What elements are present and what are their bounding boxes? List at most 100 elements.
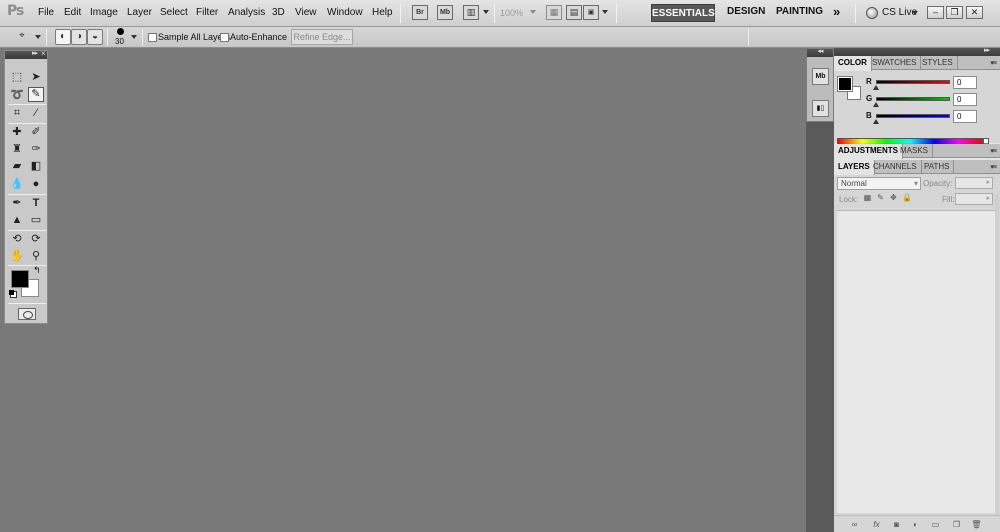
workspace-design[interactable]: DESIGN [727, 6, 765, 17]
view-extras-icon[interactable]: ▥ [463, 5, 479, 20]
screen-mode-caret-icon[interactable] [602, 10, 608, 14]
close-button[interactable]: ✕ [966, 6, 983, 19]
tab-color[interactable]: COLOR [834, 56, 872, 71]
blue-slider[interactable] [876, 114, 950, 118]
menu-layer[interactable]: Layer [127, 7, 152, 18]
tab-styles[interactable]: STYLES [918, 56, 958, 70]
type-tool-icon[interactable]: T [28, 196, 44, 211]
blue-value-field[interactable]: 0 [953, 110, 977, 123]
foreground-color-swatch[interactable] [11, 270, 29, 288]
menu-window[interactable]: Window [327, 7, 363, 18]
swap-colors-icon[interactable]: ↰ [33, 265, 41, 276]
history-panel-icon[interactable]: ▮▯ [812, 100, 829, 117]
document-workspace[interactable] [0, 48, 806, 532]
green-value-field[interactable]: 0 [953, 93, 977, 106]
menu-image[interactable]: Image [90, 7, 118, 18]
blur-tool-icon[interactable]: 💧 [9, 177, 25, 192]
view-extras-caret-icon[interactable] [483, 10, 489, 14]
green-slider[interactable] [876, 97, 950, 101]
path-selection-tool-icon[interactable]: ▲ [9, 213, 25, 228]
panel-menu-icon[interactable]: ▾≡ [990, 163, 997, 171]
lock-image-pixels-icon[interactable]: ✎ [876, 193, 885, 202]
lock-transparent-pixels-icon[interactable]: ▦ [863, 193, 872, 202]
auto-enhance-checkbox[interactable] [220, 33, 229, 42]
tab-paths[interactable]: PATHS [920, 160, 955, 174]
collapse-panels-icon[interactable]: ▸▸ [834, 47, 1000, 56]
3d-orbit-tool-icon[interactable]: ⟳ [28, 232, 44, 247]
menu-3d[interactable]: 3D [272, 7, 285, 18]
clone-stamp-tool-icon[interactable]: ♜ [9, 142, 25, 157]
rectangle-tool-icon[interactable]: ▭ [28, 213, 44, 228]
more-workspaces-icon[interactable]: » [833, 4, 840, 19]
screen-mode-icon[interactable]: ▣ [583, 5, 599, 20]
brush-preview-icon[interactable] [117, 28, 124, 35]
green-slider-thumb[interactable] [873, 102, 879, 107]
pen-tool-icon[interactable]: ✒ [9, 196, 25, 211]
delete-layer-icon[interactable]: 🗑 [971, 519, 982, 530]
close-panel-icon[interactable]: × [41, 49, 46, 58]
lock-all-icon[interactable]: 🔒 [902, 193, 912, 202]
red-value-field[interactable]: 0 [953, 76, 977, 89]
eyedropper-tool-icon[interactable]: ⁄ [28, 106, 44, 121]
tools-panel-header[interactable]: ▸▸ × [5, 49, 47, 59]
default-colors-icon[interactable] [9, 290, 17, 298]
menu-file[interactable]: File [38, 7, 54, 18]
restore-button[interactable]: ❐ [946, 6, 963, 19]
tab-adjustments[interactable]: ADJUSTMENTS [834, 144, 904, 159]
tab-swatches[interactable]: SWATCHES [868, 56, 922, 70]
menu-select[interactable]: Select [160, 7, 188, 18]
panel-menu-icon[interactable]: ▾≡ [990, 147, 997, 155]
3d-rotate-tool-icon[interactable]: ⟲ [9, 232, 25, 247]
subtract-from-selection-icon[interactable]: ◒ [87, 29, 103, 45]
menu-analysis[interactable]: Analysis [228, 7, 265, 18]
blend-mode-select[interactable]: Normal [837, 177, 921, 190]
red-slider[interactable] [876, 80, 950, 84]
lock-position-icon[interactable]: ✥ [889, 193, 898, 202]
sample-all-layers-checkbox[interactable] [148, 33, 157, 42]
launch-bridge-button[interactable]: Br [412, 5, 428, 20]
menu-view[interactable]: View [295, 7, 317, 18]
zoom-caret-icon[interactable] [530, 10, 536, 14]
grid-icon[interactable]: ▦ [546, 5, 562, 20]
quick-mask-icon[interactable] [18, 308, 36, 320]
mini-bridge-panel-icon[interactable]: Mb [812, 68, 829, 85]
lasso-tool-icon[interactable]: ➰ [9, 88, 25, 103]
spot-healing-brush-tool-icon[interactable]: ✚ [9, 125, 25, 140]
tool-preset-caret-icon[interactable] [35, 35, 41, 39]
brush-size[interactable]: 30 [115, 37, 124, 46]
foreground-color-swatch[interactable] [837, 76, 853, 92]
link-layers-icon[interactable]: ∞ [849, 519, 860, 530]
opacity-field[interactable] [955, 177, 993, 189]
gradient-tool-icon[interactable]: ◧ [28, 159, 44, 174]
brush-picker-caret-icon[interactable] [131, 35, 137, 39]
minimize-button[interactable]: – [927, 6, 944, 19]
crop-tool-icon[interactable]: ⌗ [9, 106, 25, 121]
menu-edit[interactable]: Edit [64, 7, 81, 18]
layers-list[interactable] [837, 210, 995, 513]
red-slider-thumb[interactable] [873, 85, 879, 90]
menu-filter[interactable]: Filter [196, 7, 218, 18]
hand-tool-icon[interactable]: ✋ [9, 249, 25, 264]
zoom-tool-icon[interactable]: ⚲ [28, 249, 44, 264]
cs-live-caret-icon[interactable] [912, 11, 918, 15]
layer-style-icon[interactable]: fx [871, 519, 882, 530]
menu-help[interactable]: Help [372, 7, 393, 18]
move-tool-icon[interactable]: ➤ [28, 70, 44, 85]
fill-field[interactable] [955, 193, 993, 205]
arrange-documents-icon[interactable]: ▤ [566, 5, 582, 20]
zoom-level[interactable]: 100% [500, 8, 523, 18]
launch-mini-bridge-button[interactable]: Mb [437, 5, 453, 20]
workspace-essentials[interactable]: ESSENTIALS [651, 4, 715, 22]
add-mask-icon[interactable]: ◙ [891, 519, 902, 530]
refine-edge-button[interactable]: Refine Edge... [291, 29, 353, 45]
dodge-tool-icon[interactable]: ● [28, 177, 44, 192]
cs-live-icon[interactable] [866, 7, 878, 19]
blue-slider-thumb[interactable] [873, 119, 879, 124]
expand-panels-icon[interactable]: ◂◂ [807, 48, 833, 57]
tab-channels[interactable]: CHANNELS [869, 160, 922, 174]
brush-tool-icon[interactable]: ✐ [28, 125, 44, 140]
new-group-icon[interactable]: ▭ [930, 519, 941, 530]
tool-preset-icon[interactable]: ⌖ [14, 29, 30, 45]
panel-menu-icon[interactable]: ▾≡ [990, 59, 997, 67]
history-brush-tool-icon[interactable]: ✑ [28, 142, 44, 157]
